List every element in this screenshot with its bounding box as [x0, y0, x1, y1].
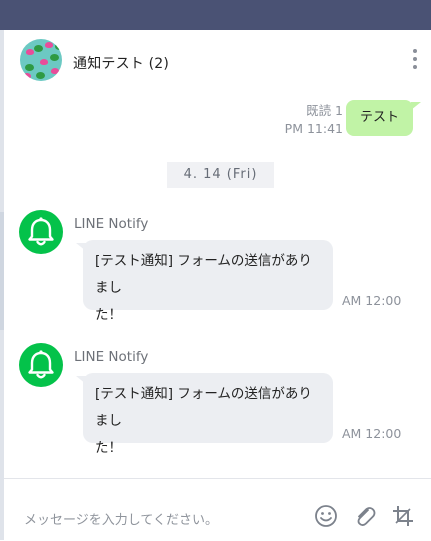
incoming-message: LINE Notify [テスト通知] フォームの送信がありまし た！ AM 1…: [19, 343, 431, 463]
bell-icon[interactable]: [19, 343, 63, 387]
message-time: AM 12:00: [342, 293, 402, 308]
sender-name[interactable]: LINE Notify: [74, 216, 148, 232]
window-top-bar: [0, 0, 431, 30]
chat-title[interactable]: 通知テスト (2): [73, 53, 169, 73]
more-vertical-icon[interactable]: [412, 49, 418, 73]
message-text-line: た！: [95, 440, 122, 456]
message-input[interactable]: メッセージを入力してください。: [24, 509, 218, 528]
read-receipt: 既読 1 PM 11:41: [285, 102, 343, 138]
chat-header: 通知テスト (2): [4, 30, 431, 92]
message-input-bar: メッセージを入力してください。: [4, 478, 431, 541]
message-time: AM 12:00: [342, 426, 402, 441]
bell-icon[interactable]: [19, 210, 63, 254]
message-text-line: [テスト通知] フォームの送信がありまし: [95, 253, 312, 296]
crop-icon[interactable]: [390, 503, 416, 529]
incoming-message: LINE Notify [テスト通知] フォームの送信がありまし た！ AM 1…: [19, 210, 431, 330]
group-avatar[interactable]: [20, 39, 62, 81]
message-bubble[interactable]: [テスト通知] フォームの送信がありまし た！: [76, 373, 333, 456]
my-message-bubble[interactable]: テスト: [345, 100, 422, 136]
sender-name[interactable]: LINE Notify: [74, 349, 148, 365]
message-bubble[interactable]: [テスト通知] フォームの送信がありまし た！: [76, 240, 333, 323]
read-status: 既読 1: [306, 103, 343, 118]
paperclip-icon[interactable]: [352, 503, 378, 529]
message-text-line: [テスト通知] フォームの送信がありまし: [95, 386, 312, 429]
message-text-line: た！: [95, 307, 122, 323]
sent-time: PM 11:41: [284, 121, 343, 136]
emoji-icon[interactable]: [313, 503, 339, 529]
date-separator: 4. 14 (Fri): [167, 162, 274, 188]
message-list[interactable]: 既読 1 PM 11:41 テスト 4. 14 (Fri) LINE Notif…: [4, 92, 431, 478]
